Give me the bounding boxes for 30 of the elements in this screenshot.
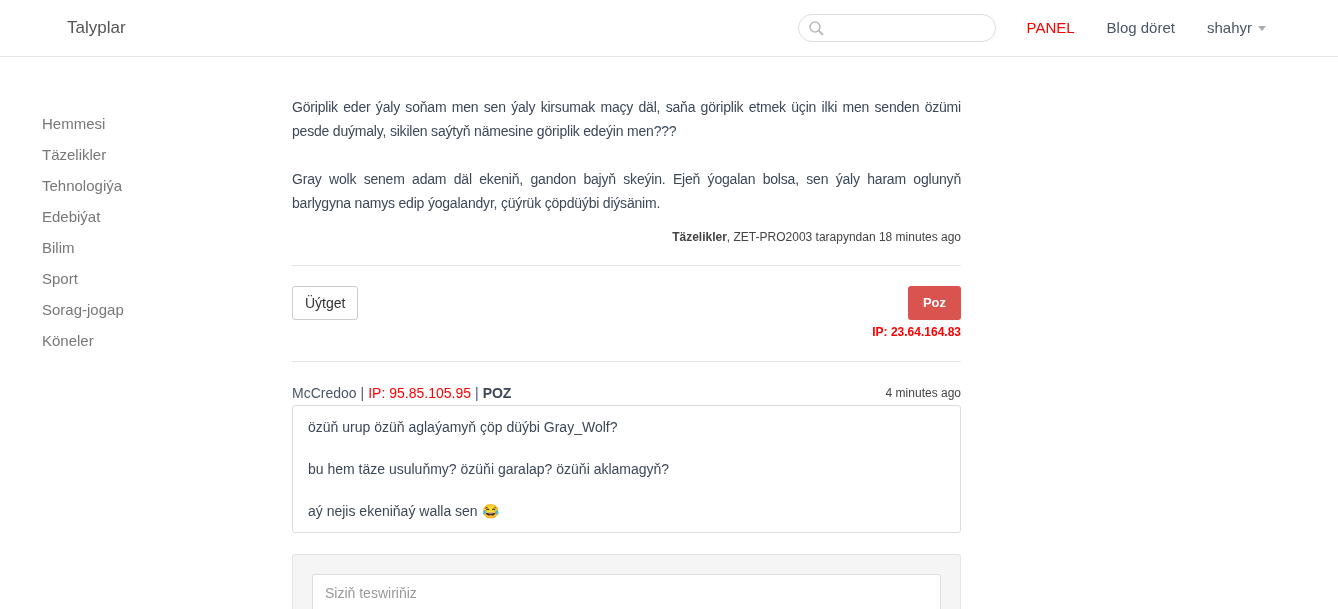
comment-text: bu hem täze usuluňmy? özüňi garalap? özüňi aklamagyň? <box>308 460 671 479</box>
category-link[interactable]: Sorag-jogap <box>42 299 124 320</box>
delete-button[interactable]: Poz <box>907 286 961 320</box>
post-paragraph: Göriplik eder ýaly soňam men sen ýaly kirsumak maçy däl, saňa göriplik etmek üçin ilki men senden özümi pesde duýmaly, sikilen saýtyň nämesine göriplik edeýin men??? <box>292 98 961 141</box>
comment-author[interactable]: McCredoo <box>292 383 357 403</box>
category-link[interactable]: Tehnologiýa <box>42 175 123 196</box>
nav-link[interactable]: PANEL <box>1026 16 1075 40</box>
category-link[interactable]: Edebiýat <box>42 206 101 227</box>
comment-time: 4 minutes ago <box>885 385 961 402</box>
comment-input[interactable]: Siziň teswiriňiz <box>312 574 941 609</box>
nav-link[interactable]: Blog döret <box>1106 16 1175 40</box>
post-paragraph: Gray wolk senem adam däl ekeniň, gandon bajyň skeýin. Ejeň ýogalan bolsa, sen ýaly haram oglunyň barlygyna namys edip ýogalandyr, çüýrük çöpdüýbi diýsänim. <box>292 170 961 213</box>
edit-button[interactable]: Üýtget <box>292 286 359 320</box>
ip-address: IP: 95.85.105.95 <box>368 384 471 403</box>
category-link[interactable]: Sport <box>42 268 78 289</box>
delete-link[interactable]: POZ <box>482 383 512 403</box>
separator: | <box>360 384 365 403</box>
category-link[interactable]: Täzelikler <box>42 144 107 165</box>
category-link[interactable]: Köneler <box>42 330 94 351</box>
category-link[interactable]: Bilim <box>42 237 75 258</box>
site-brand[interactable]: Talyplar <box>67 15 126 41</box>
category-link[interactable]: Hemmesi <box>42 113 106 134</box>
search-icon <box>807 19 825 37</box>
caret-icon <box>1258 25 1266 31</box>
ip-address: IP: 23.64.164.83 <box>872 324 961 340</box>
user-menu[interactable]: shahyr <box>1206 16 1266 40</box>
separator: | <box>475 384 479 403</box>
post-meta: Täzelikler, ZET-PRO2003 tarapyndan 18 minutes ago <box>672 229 961 245</box>
comment-text: aý nejis ekeniňaý walla sen 😂 <box>308 502 500 521</box>
comment-text: özüň urup özüň aglaýamyň çöp düýbi Gray_Wolf? <box>308 418 619 437</box>
